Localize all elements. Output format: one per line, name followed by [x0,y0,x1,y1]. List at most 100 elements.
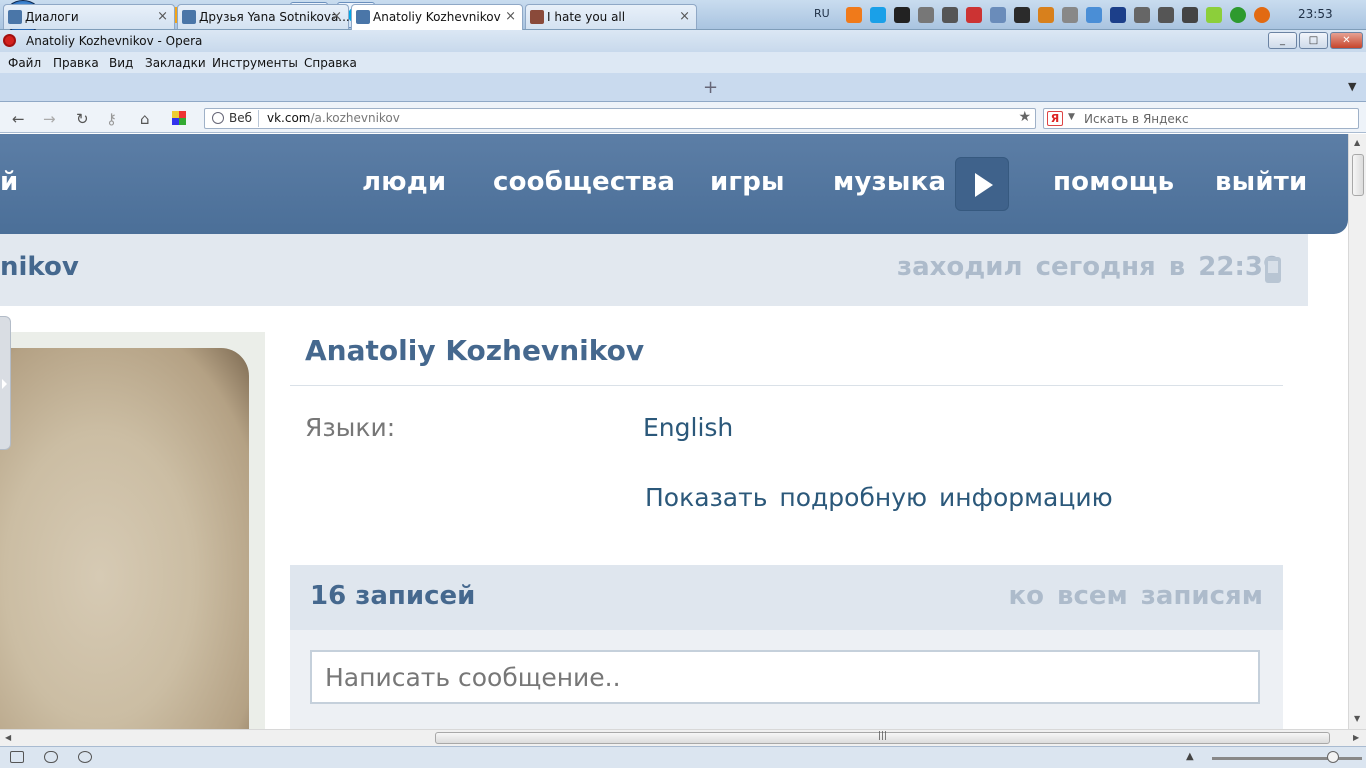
tab-dialogs[interactable]: Диалоги × [3,4,175,29]
play-icon [975,173,993,197]
languages-value[interactable]: English [643,413,733,442]
all-posts-link[interactable]: ко всем записям [1008,581,1263,611]
mobile-phone-icon [1265,257,1281,283]
tab-label: I hate you all [547,10,626,24]
minimize-button[interactable]: _ [1268,32,1297,49]
tab-friends[interactable]: Друзья Yana Sotnikova... × [177,4,350,29]
sidebar-toggle[interactable] [0,316,11,450]
zoom-slider-knob[interactable] [1327,751,1339,763]
window-title: Anatoliy Kozhevnikov - Opera [26,34,203,48]
menu-bar: Файл Правка Вид Закладки Инструменты Спр… [0,52,1366,73]
action-center-flag-icon[interactable] [1134,7,1150,23]
scroll-up-icon[interactable]: ▲ [1354,138,1360,147]
close-tab-icon[interactable]: × [679,9,690,24]
maximize-button[interactable]: □ [1299,32,1328,49]
play-button[interactable] [955,157,1009,211]
nav-people[interactable]: люди [362,167,446,197]
close-tab-icon[interactable]: × [157,9,168,24]
new-tab-plus-icon[interactable]: + [703,77,718,98]
tray-app-icon[interactable] [1206,7,1222,23]
turbo-icon[interactable] [78,751,92,763]
menu-view[interactable]: Вид [109,56,133,70]
forward-arrow-icon[interactable]: → [43,110,56,128]
scroll-left-icon[interactable]: ◀ [5,733,11,742]
page-viewport: й люди сообщества игры музыка помощь вый… [0,134,1348,729]
clock[interactable]: 23:53 [1298,7,1333,21]
tray-app-icon[interactable] [1014,7,1030,23]
nav-item-cut[interactable]: й [0,167,18,197]
network-icon[interactable] [990,7,1006,23]
signal-icon[interactable] [942,7,958,23]
scrollbar-thumb[interactable] [1352,154,1364,196]
wall-header: 16 записей ко всем записям [290,565,1283,630]
header-name: nikov [0,252,79,282]
wall-count[interactable]: 16 записей [310,581,475,611]
nav-games[interactable]: игры [710,167,785,197]
url-field[interactable]: Веб vk.com/a.kozhevnikov ★ [204,108,1036,129]
volume-icon[interactable] [1158,7,1174,23]
keyboard-language[interactable]: RU [814,7,830,20]
menu-file[interactable]: Файл [8,56,41,70]
menu-tools[interactable]: Инструменты [212,56,298,70]
bluetooth-icon[interactable] [1110,7,1126,23]
zoom-slider[interactable] [1212,757,1362,760]
zoom-arrow-icon[interactable]: ▲ [1186,751,1194,762]
tab-label: Диалоги [25,10,79,24]
menu-edit[interactable]: Правка [53,56,99,70]
windows-icon[interactable] [1062,7,1078,23]
close-tab-icon[interactable]: × [505,9,516,24]
show-more-info-link[interactable]: Показать подробную информацию [645,483,1113,512]
avatar[interactable] [0,348,249,729]
tab-i-hate-you-all[interactable]: I hate you all × [525,4,697,29]
languages-label: Языки: [305,413,396,442]
bookmark-star-icon[interactable]: ★ [1018,109,1031,125]
tray-app-icon[interactable] [870,7,886,23]
key-icon[interactable]: ⚷ [106,110,117,128]
home-icon[interactable]: ⌂ [140,110,150,128]
tab-list-chevron-icon[interactable]: ▼ [1348,80,1356,93]
nav-logout[interactable]: выйти [1215,167,1307,197]
menu-bookmarks[interactable]: Закладки [145,56,206,70]
menu-help[interactable]: Справка [304,56,357,70]
web-badge[interactable]: Веб [207,110,260,127]
url-text[interactable]: vk.com/a.kozhevnikov [267,111,400,125]
yandex-icon[interactable]: Я [1047,111,1063,126]
tray-app-icon[interactable] [894,7,910,23]
globe-icon [212,112,224,124]
chevron-down-icon[interactable]: ▼ [1068,112,1075,122]
panel-toggle-icon[interactable] [10,751,24,763]
nav-help[interactable]: помощь [1053,167,1174,197]
close-button[interactable]: ✕ [1330,32,1363,49]
tray-app-icon[interactable] [1254,7,1270,23]
web-label: Веб [229,111,253,125]
scroll-down-icon[interactable]: ▼ [1354,714,1360,723]
speed-dial-icon[interactable] [172,111,186,125]
reload-icon[interactable]: ↻ [76,110,89,128]
utorrent-icon[interactable] [1230,7,1246,23]
page-margin [1308,234,1348,729]
opera-icon[interactable] [3,34,16,47]
nav-communities[interactable]: сообщества [493,167,675,197]
horizontal-scrollbar[interactable]: ◀ ||| ▶ [0,729,1366,746]
nav-music[interactable]: музыка [833,167,946,197]
pdf-icon[interactable] [966,7,982,23]
scroll-right-icon[interactable]: ▶ [1353,733,1359,742]
tray-app-icon[interactable] [846,7,862,23]
vertical-scrollbar[interactable]: ▲ ▼ [1348,134,1366,729]
vk-favicon-icon [8,10,22,24]
tab-profile[interactable]: Anatoliy Kozhevnikov × [351,4,523,30]
wall-composer: Написать сообщение.. [290,630,1283,729]
system-tray [846,6,1270,24]
vk-favicon-icon [182,10,196,24]
tray-app-icon[interactable] [1182,7,1198,23]
search-placeholder: Искать в Яндекс [1084,112,1189,126]
search-field[interactable]: Я ▼ Искать в Яндекс [1043,108,1359,129]
back-arrow-icon[interactable]: ← [12,110,25,128]
post-message-input[interactable]: Написать сообщение.. [310,650,1260,704]
close-tab-icon[interactable]: × [331,9,342,24]
tray-app-icon[interactable] [1038,7,1054,23]
page-favicon-icon [530,10,544,24]
monitor-icon[interactable] [918,7,934,23]
tray-app-icon[interactable] [1086,7,1102,23]
unite-cloud-icon[interactable] [44,751,58,763]
